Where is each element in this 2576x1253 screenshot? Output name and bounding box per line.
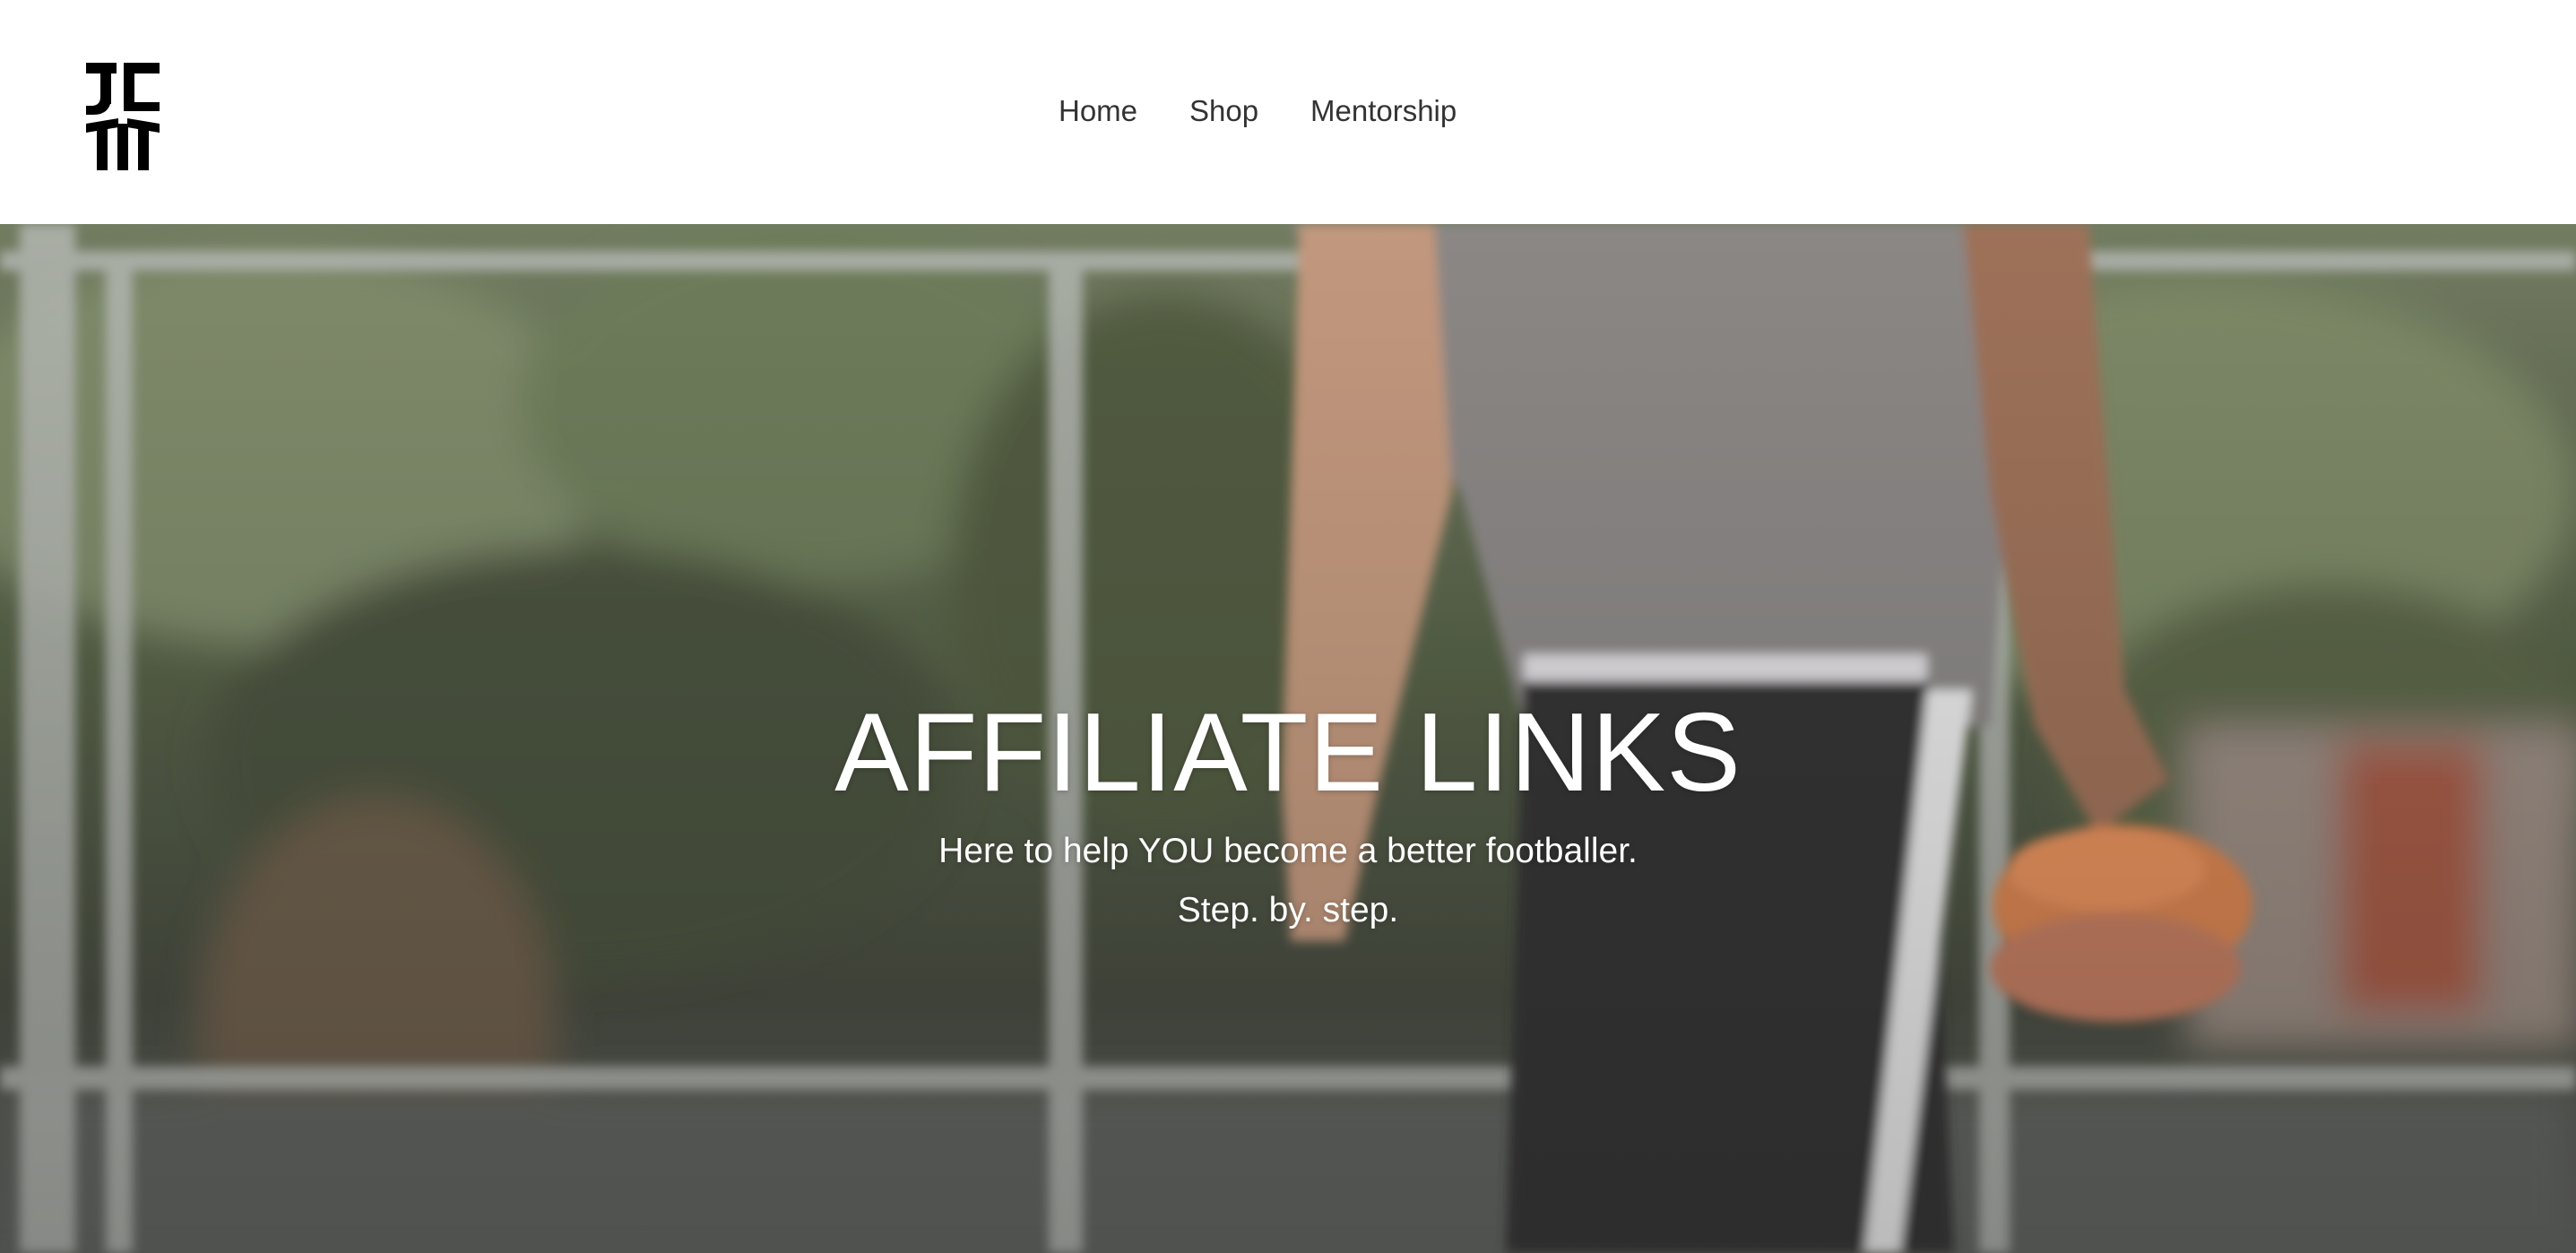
page: Home Shop Mentorship AFFILIATE LINKS Her…: [0, 0, 2576, 1253]
hero-section: AFFILIATE LINKS Here to help YOU become …: [0, 224, 2576, 1253]
nav-link-shop[interactable]: Shop: [1189, 93, 1258, 129]
site-header: Home Shop Mentorship: [0, 0, 2576, 224]
hero-title: AFFILIATE LINKS: [834, 691, 1742, 815]
nav-link-home[interactable]: Home: [1059, 93, 1137, 129]
hero-subtitle: Here to help YOU become a better footbal…: [938, 832, 1638, 870]
nav-link-mentorship[interactable]: Mentorship: [1310, 93, 1457, 129]
hero-tagline: Step. by. step.: [1177, 891, 1399, 929]
main-nav: Home Shop Mentorship: [0, 0, 2576, 224]
